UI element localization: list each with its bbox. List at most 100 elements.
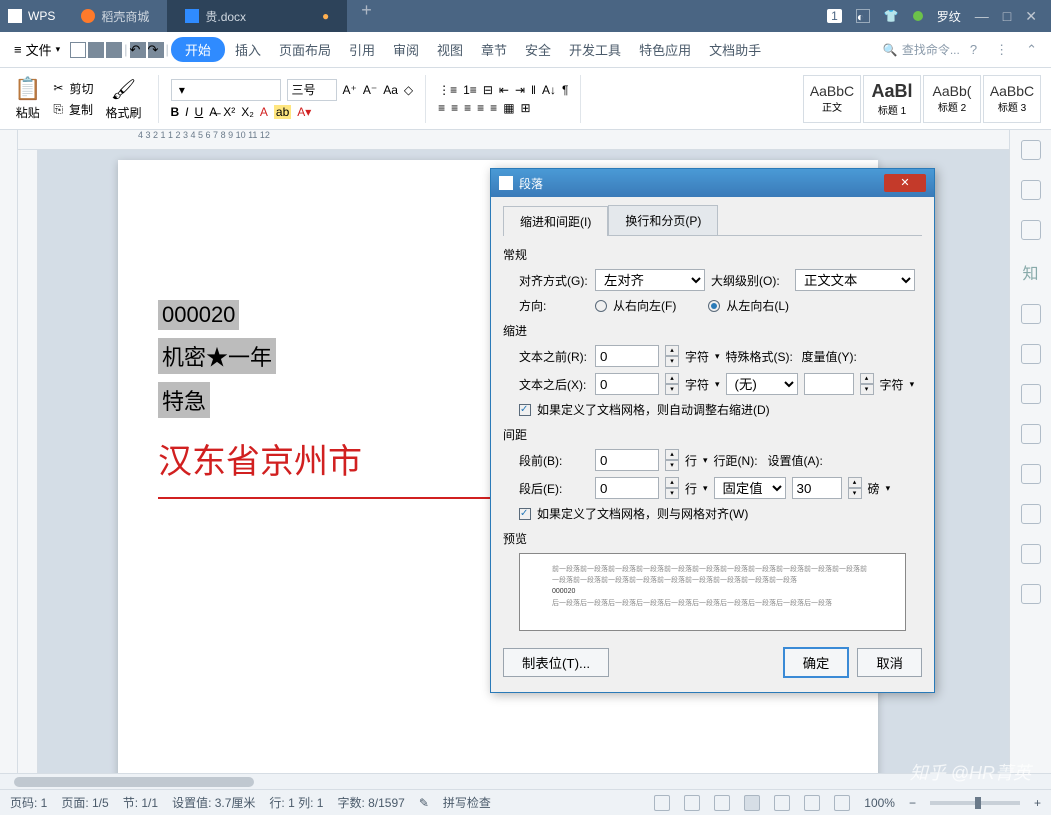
doc-line3[interactable]: 特急 (158, 382, 210, 418)
panel-hash-icon[interactable] (1021, 464, 1041, 484)
ltr-radio[interactable] (708, 300, 720, 312)
zoom-out-button[interactable]: − (909, 796, 916, 810)
ok-button[interactable]: 确定 (783, 647, 850, 678)
dialog-tab-indent[interactable]: 缩进和间距(I) (503, 206, 608, 236)
grid-align-checkbox[interactable] (519, 508, 531, 520)
paste-icon[interactable]: 📋 (14, 76, 41, 102)
panel-share-icon[interactable] (1021, 384, 1041, 404)
format-painter-icon[interactable]: 🖌 (111, 77, 136, 102)
cancel-button[interactable]: 取消 (857, 648, 922, 677)
save-icon[interactable] (70, 42, 86, 58)
vertical-ruler[interactable] (18, 150, 38, 773)
shrink-font-icon[interactable]: A⁻ (363, 83, 377, 97)
bullets-icon[interactable]: ⋮≡ (438, 83, 457, 97)
style-h1[interactable]: AaBl标题 1 (863, 75, 921, 123)
before-para-input[interactable] (595, 449, 659, 471)
font-size-combo[interactable]: 三号 (287, 79, 337, 101)
align-right-icon[interactable]: ≡ (464, 101, 471, 115)
tab-review[interactable]: 审阅 (385, 36, 427, 63)
badge[interactable]: 1 (827, 9, 842, 23)
theme-icon[interactable]: ◐ (856, 9, 870, 23)
status-setvalue[interactable]: 设置值: 3.7厘米 (172, 794, 255, 811)
minimize-button[interactable]: — (975, 8, 989, 24)
sort-icon[interactable]: A↓ (542, 83, 556, 97)
doc-line2[interactable]: 机密★一年 (158, 338, 276, 374)
clear-format-icon[interactable]: ◇ (404, 83, 413, 97)
dialog-close-button[interactable]: ✕ (884, 174, 926, 192)
tab-dochelper[interactable]: 文档助手 (701, 36, 769, 63)
underline-button[interactable]: U (195, 105, 204, 119)
view-outline-icon[interactable] (714, 795, 730, 811)
status-spell[interactable]: 拼写检查 (443, 794, 491, 811)
style-normal[interactable]: AaBbC正文 (803, 75, 861, 123)
style-gallery[interactable]: AaBbC正文 AaBl标题 1 AaBb(标题 2 AaBbC标题 3 (803, 75, 1041, 123)
shading-icon[interactable]: ▦ (503, 101, 514, 115)
view-web-icon[interactable] (774, 795, 790, 811)
align-left-icon[interactable]: ≡ (438, 101, 445, 115)
more-icon[interactable]: ⋮ (987, 42, 1016, 58)
view-fullscreen-icon[interactable] (654, 795, 670, 811)
panel-cloud-icon[interactable] (1021, 504, 1041, 524)
tab-start[interactable]: 开始 (171, 37, 225, 62)
superscript-button[interactable]: X² (223, 105, 235, 119)
indent-right-icon[interactable]: ⇥ (515, 83, 525, 97)
panel-cursor-icon[interactable] (1021, 220, 1041, 240)
status-rowcol[interactable]: 行: 1 列: 1 (269, 794, 323, 811)
view-draft-icon[interactable] (804, 795, 820, 811)
spin-down[interactable]: ▾ (665, 356, 679, 367)
cut-icon[interactable]: ✂ (53, 81, 63, 95)
outline-select[interactable]: 正文文本 (795, 269, 915, 291)
linespace-select[interactable]: 固定值 (714, 477, 786, 499)
horizontal-ruler[interactable]: 4 3 2 1 1 2 3 4 5 6 7 8 9 10 11 12 (18, 130, 1009, 150)
print-icon[interactable] (88, 42, 104, 58)
tab-security[interactable]: 安全 (517, 36, 559, 63)
grow-font-icon[interactable]: A⁺ (343, 83, 357, 97)
borders-icon[interactable]: ⊞ (521, 101, 531, 115)
user-name[interactable]: 罗纹 (937, 8, 961, 25)
doc-line1[interactable]: 000020 (158, 300, 239, 330)
help-icon[interactable]: ? (962, 42, 985, 57)
view-read-icon[interactable] (744, 795, 760, 811)
collapse-ribbon-icon[interactable]: ⌃ (1018, 42, 1045, 58)
align-justify-icon[interactable]: ≡ (477, 101, 484, 115)
measure-input[interactable] (804, 373, 854, 395)
panel-clipboard-icon[interactable] (1021, 424, 1041, 444)
close-button[interactable]: ✕ (1025, 8, 1037, 25)
indent-left-icon[interactable]: ⇤ (499, 83, 509, 97)
undo-icon[interactable]: ↶ (130, 42, 146, 58)
status-section[interactable]: 节: 1/1 (123, 794, 158, 811)
panel-image-icon[interactable] (1021, 304, 1041, 324)
font-color-button[interactable]: A (260, 105, 268, 119)
change-case-icon[interactable]: Aa (383, 83, 398, 97)
tab-pagelayout[interactable]: 页面布局 (271, 36, 339, 63)
tab-chapter[interactable]: 章节 (473, 36, 515, 63)
numbering-icon[interactable]: 1≡ (463, 83, 477, 97)
strike-button[interactable]: A̶ (209, 105, 217, 119)
style-h2[interactable]: AaBb(标题 2 (923, 75, 981, 123)
highlight-button[interactable]: ab (274, 105, 291, 119)
tab-document[interactable]: 贵.docx ● (167, 0, 347, 32)
special-select[interactable]: (无) (726, 373, 798, 395)
align-select[interactable]: 左对齐 (595, 269, 705, 291)
dialog-tab-break[interactable]: 换行和分页(P) (608, 205, 718, 235)
zoom-value[interactable]: 100% (864, 796, 895, 810)
redo-icon[interactable]: ↷ (148, 42, 164, 58)
horizontal-scrollbar[interactable] (0, 773, 1051, 789)
after-text-input[interactable] (595, 373, 659, 395)
dialog-titlebar[interactable]: 段落 ✕ (491, 169, 934, 197)
panel-pencil-icon[interactable] (1021, 180, 1041, 200)
align-center-icon[interactable]: ≡ (451, 101, 458, 115)
panel-more-icon[interactable] (1021, 584, 1041, 604)
after-para-input[interactable] (595, 477, 659, 499)
bold-button[interactable]: B (171, 105, 180, 119)
panel-star-icon[interactable] (1021, 344, 1041, 364)
view-print-icon[interactable] (684, 795, 700, 811)
copy-icon[interactable]: ⎘ (53, 102, 63, 117)
showmarks-icon[interactable]: ¶ (562, 83, 568, 97)
tab-references[interactable]: 引用 (341, 36, 383, 63)
maximize-button[interactable]: □ (1003, 8, 1011, 24)
menu-button[interactable]: ≡文件▾ (6, 36, 68, 63)
style-h3[interactable]: AaBbC标题 3 (983, 75, 1041, 123)
panel-select-icon[interactable] (1021, 140, 1041, 160)
tab-devtools[interactable]: 开发工具 (561, 36, 629, 63)
